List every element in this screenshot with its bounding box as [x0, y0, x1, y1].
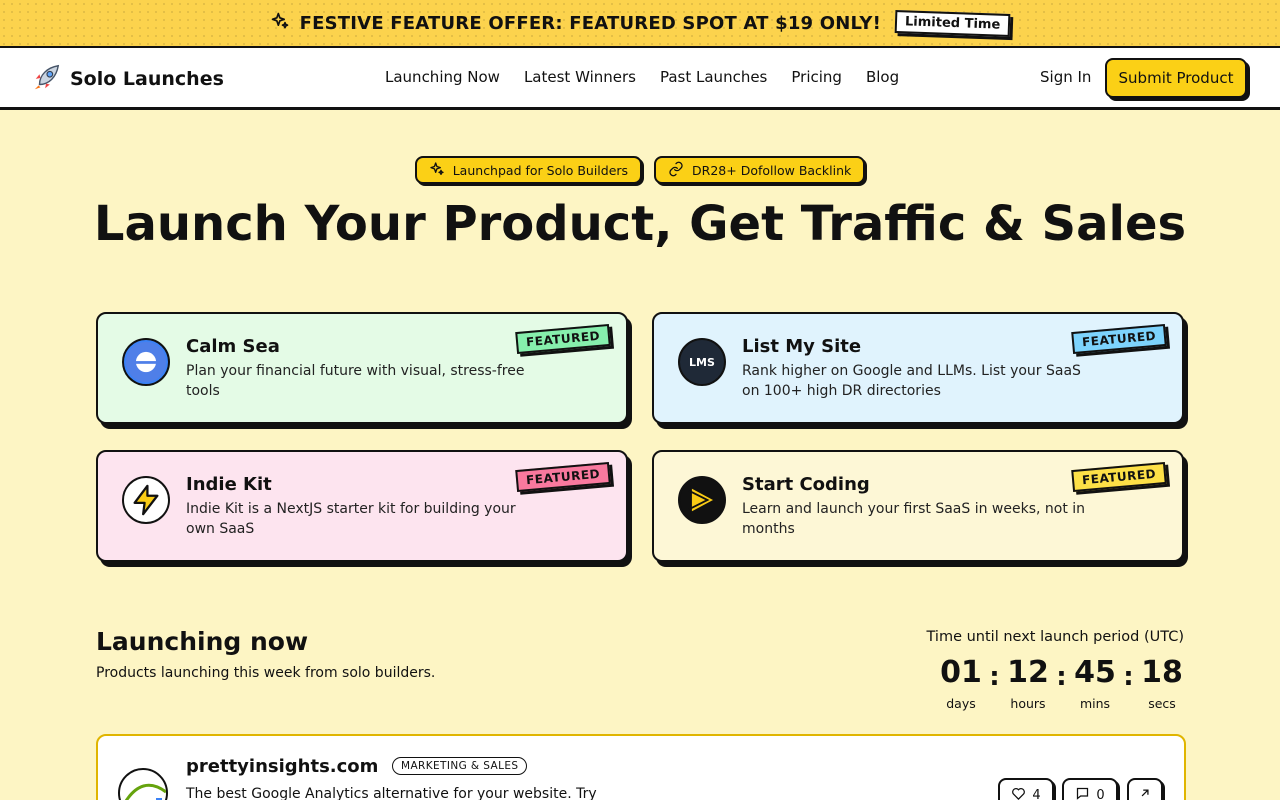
comment-button[interactable]: 0: [1062, 778, 1118, 800]
nav-link-latest-winners[interactable]: Latest Winners: [524, 68, 636, 86]
promo-text: FESTIVE FEATURE OFFER: FEATURED SPOT AT …: [299, 12, 882, 34]
brand-name: Solo Launches: [70, 68, 224, 90]
pill-label: DR28+ Dofollow Backlink: [692, 162, 852, 178]
lms-logo: LMS: [678, 338, 726, 386]
nav-links: Launching Now Latest Winners Past Launch…: [385, 68, 899, 86]
sparkles-icon: [270, 11, 290, 35]
timer-value: 12: [1007, 655, 1049, 690]
card-description: Rank higher on Google and LLMs. List you…: [742, 363, 1081, 399]
pill-label: Launchpad for Solo Builders: [452, 162, 629, 178]
featured-card-start-coding[interactable]: Start Coding Learn and launch your first…: [652, 450, 1184, 562]
heart-icon: [1011, 786, 1026, 800]
comment-icon: [1075, 786, 1090, 800]
nav-link-launching-now[interactable]: Launching Now: [385, 68, 500, 86]
timer-separator: :: [1123, 662, 1134, 692]
timer-unit-label: days: [946, 696, 976, 711]
card-title: Calm Sea: [186, 336, 280, 357]
featured-tag: FEATURED: [1071, 323, 1167, 355]
timer-label: Time until next launch period (UTC): [926, 629, 1184, 645]
featured-tag: FEATURED: [515, 461, 611, 493]
promo-banner[interactable]: FESTIVE FEATURE OFFER: FEATURED SPOT AT …: [0, 0, 1280, 48]
pill-backlink: DR28+ Dofollow Backlink: [654, 156, 866, 184]
featured-card-calm-sea[interactable]: Calm Sea Plan your financial future with…: [96, 312, 628, 424]
launching-now-subtitle: Products launching this week from solo b…: [96, 665, 436, 681]
card-description: Learn and launch your first SaaS in week…: [742, 501, 1086, 537]
timer-separator: :: [1056, 662, 1067, 692]
timer-unit-label: hours: [1010, 696, 1046, 711]
sparkles-icon: [429, 161, 445, 180]
lms-logo-text: LMS: [689, 355, 715, 369]
product-name[interactable]: prettyinsights.com: [186, 756, 378, 777]
card-description: Indie Kit is a NextJS starter kit for bu…: [186, 501, 516, 537]
card-title: List My Site: [742, 336, 862, 357]
card-title: Start Coding: [742, 474, 870, 495]
product-row-prettyinsights[interactable]: prettyinsights.com MARKETING & SALES The…: [96, 734, 1186, 800]
countdown-timer: 01 days : 12 hours : 45 mins : 18 secs: [934, 655, 1189, 712]
like-button[interactable]: 4: [998, 778, 1054, 800]
limited-time-badge: Limited Time: [894, 9, 1011, 37]
card-title: Indie Kit: [186, 474, 272, 495]
like-count: 4: [1032, 787, 1041, 800]
open-link-button[interactable]: [1127, 778, 1163, 800]
hero-title: Launch Your Product, Get Traffic & Sales: [93, 196, 1187, 252]
play-logo: [678, 476, 726, 524]
brand-logo-link[interactable]: Solo Launches: [32, 62, 224, 96]
category-badge[interactable]: MARKETING & SALES: [392, 757, 528, 775]
external-link-icon: [1138, 786, 1152, 800]
comment-count: 0: [1096, 787, 1105, 800]
featured-tag: FEATURED: [515, 323, 611, 355]
link-icon: [668, 161, 684, 180]
hero-pills: Launchpad for Solo Builders DR28+ Dofoll…: [0, 156, 1280, 184]
calm-sea-logo: [122, 338, 170, 386]
timer-separator: :: [989, 662, 1000, 692]
timer-hours: 12 hours: [1001, 655, 1055, 712]
card-description: Plan your financial future with visual, …: [186, 363, 525, 399]
timer-value: 18: [1141, 655, 1183, 690]
pill-launchpad: Launchpad for Solo Builders: [414, 156, 643, 184]
featured-card-indie-kit[interactable]: Indie Kit Indie Kit is a NextJS starter …: [96, 450, 628, 562]
top-nav: Solo Launches Launching Now Latest Winne…: [0, 48, 1280, 110]
prettyinsights-logo: [118, 768, 168, 800]
timer-unit-label: mins: [1079, 696, 1111, 711]
timer-secs: 18 secs: [1135, 655, 1189, 712]
timer-value: 45: [1074, 655, 1116, 690]
timer-unit-label: secs: [1148, 696, 1176, 711]
submit-product-button[interactable]: Submit Product: [1105, 58, 1247, 98]
launching-now-title: Launching now: [96, 627, 309, 656]
timer-mins: 45 mins: [1068, 655, 1122, 712]
rocket-icon: [32, 62, 62, 96]
featured-tag: FEATURED: [1071, 461, 1167, 493]
featured-card-list-my-site[interactable]: LMS List My Site Rank higher on Google a…: [652, 312, 1184, 424]
nav-link-past-launches[interactable]: Past Launches: [660, 68, 767, 86]
sign-in-link[interactable]: Sign In: [1040, 68, 1091, 86]
timer-value: 01: [940, 655, 982, 690]
nav-link-blog[interactable]: Blog: [866, 68, 899, 86]
product-description: The best Google Analytics alternative fo…: [186, 786, 597, 800]
lightning-icon: [122, 476, 170, 524]
timer-days: 01 days: [934, 655, 988, 712]
nav-link-pricing[interactable]: Pricing: [791, 68, 842, 86]
